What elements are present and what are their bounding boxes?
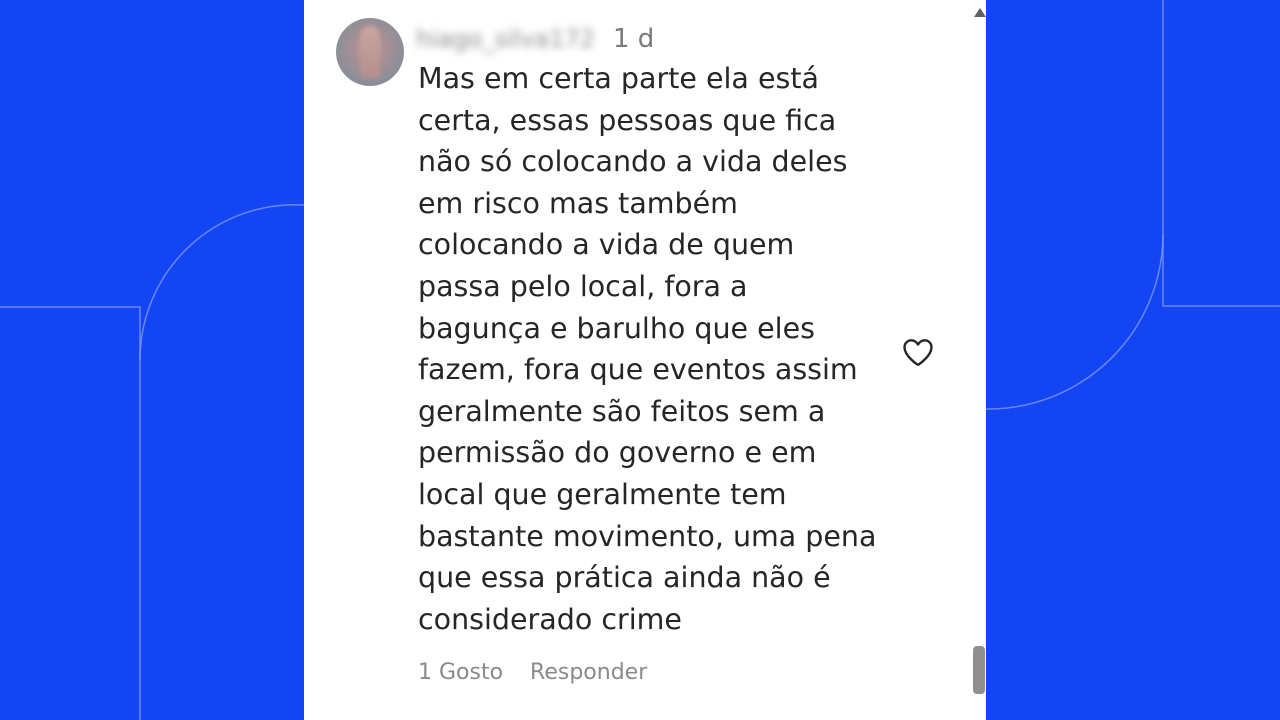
comment-line: permissão do governo e em <box>418 436 817 470</box>
comment-line: certa, essas pessoas que fica <box>418 103 837 137</box>
comment-line: não só colocando a vida deles <box>418 145 848 179</box>
heart-outline-icon[interactable] <box>900 334 936 370</box>
comment-line: local que geralmente tem <box>418 477 787 511</box>
comment-card: hiago_silva172 1 d Mas em certa parte el… <box>304 0 986 720</box>
comment-line: bagunça e barulho que eles <box>418 311 815 345</box>
comment-line: que essa prática ainda não é <box>418 561 831 595</box>
comment-line: em risco mas também <box>418 186 738 220</box>
avatar-image <box>360 26 380 78</box>
comment-actions: 1 Gosto Responder <box>418 658 647 688</box>
avatar[interactable] <box>336 18 404 86</box>
comment-line: considerado crime <box>418 602 682 636</box>
comment-line: fazem, fora que eventos assim <box>418 353 858 387</box>
comment-line: geralmente são feitos sem a <box>418 394 826 428</box>
comment-line: Mas em certa parte ela está <box>418 62 819 95</box>
caret-up-icon[interactable] <box>974 8 986 17</box>
username[interactable]: hiago_silva172 <box>416 24 611 54</box>
comment-line: colocando a vida de quem <box>418 228 795 262</box>
comment-time: 1 d <box>613 24 655 54</box>
comment-line: bastante movimento, uma pena <box>418 519 877 553</box>
comment-text: Mas em certa parte ela está certa, essas… <box>418 58 918 640</box>
reply-button[interactable]: Responder <box>530 658 647 688</box>
comment-line: passa pelo local, fora a <box>418 269 748 303</box>
scrollbar-thumb[interactable] <box>973 646 985 694</box>
likes-count-button[interactable]: 1 Gosto <box>418 658 503 688</box>
